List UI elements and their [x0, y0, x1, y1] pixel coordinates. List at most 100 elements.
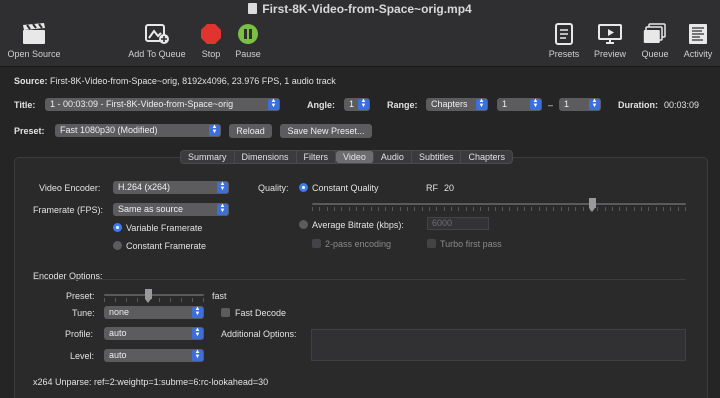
slider-tick [677, 207, 679, 211]
rf-slider-ticks [312, 207, 686, 211]
bitrate-input[interactable]: 6000 [427, 217, 489, 230]
source-label: Source: [14, 76, 48, 86]
slider-tick [181, 298, 182, 302]
tab-video[interactable]: Video [336, 151, 374, 163]
turbo-first-pass-checkbox[interactable] [427, 239, 436, 248]
tune-select[interactable]: none ▲ ▼ [104, 306, 204, 319]
duration-label: Duration: [618, 100, 658, 110]
quality-label: Quality: [258, 183, 289, 193]
chevron-updown-icon: ▲ ▼ [530, 98, 541, 110]
pause-icon [232, 22, 264, 46]
chevron-updown-icon: ▲ ▼ [217, 181, 228, 193]
window-title: First-8K-Video-from-Space~orig.mp4 [0, 2, 720, 16]
slider-tick [363, 207, 365, 211]
profile-label: Profile: [65, 329, 94, 339]
level-select[interactable]: auto ▲ ▼ [104, 349, 204, 362]
range-type-select[interactable]: Chapters ▲ ▼ [426, 98, 488, 111]
slider-tick [597, 207, 599, 211]
slider-tick [465, 207, 467, 211]
tab-filters[interactable]: Filters [297, 151, 337, 163]
slider-tick [192, 298, 193, 302]
slider-tick [203, 298, 204, 302]
slider-tick [611, 207, 613, 211]
slider-tick [538, 207, 540, 211]
level-label: Level: [70, 351, 95, 361]
slider-tick [626, 207, 628, 211]
activity-log-icon [678, 22, 718, 46]
variable-framerate-radio[interactable] [113, 223, 122, 232]
stop-button[interactable]: Stop [196, 22, 226, 59]
tab-summary[interactable]: Summary [181, 151, 235, 163]
add-to-queue-button[interactable]: Add To Queue [125, 22, 189, 59]
average-bitrate-label: Average Bitrate (kbps): [312, 220, 404, 230]
preview-button[interactable]: Preview [590, 22, 630, 59]
reload-button[interactable]: Reload [229, 124, 272, 138]
variable-framerate-label: Variable Framerate [126, 223, 203, 233]
slider-tick [663, 207, 665, 211]
chevron-updown-icon: ▲ ▼ [589, 98, 600, 110]
save-new-preset-button[interactable]: Save New Preset... [280, 124, 372, 138]
slider-tick [516, 207, 518, 211]
tab-dimensions[interactable]: Dimensions [235, 151, 297, 163]
rf-value: 20 [444, 183, 455, 193]
constant-quality-radio[interactable] [299, 183, 308, 192]
stop-icon [196, 22, 226, 46]
video-encoder-select[interactable]: H.264 (x264) ▲ ▼ [113, 181, 229, 194]
preset-select[interactable]: Fast 1080p30 (Modified) ▲ ▼ [55, 124, 221, 137]
clapperboard-icon [4, 22, 64, 46]
range-start-select[interactable]: 1 ▲ ▼ [497, 98, 542, 111]
preset-speed-slider-thumb[interactable] [144, 289, 152, 303]
tab-chapters[interactable]: Chapters [461, 151, 512, 163]
slider-tick [407, 207, 409, 211]
angle-select[interactable]: 1 ▲ ▼ [344, 98, 370, 111]
open-source-button[interactable]: Open Source [4, 22, 64, 59]
slider-tick [312, 207, 313, 211]
divider [33, 279, 686, 280]
title-select[interactable]: 1 - 00:03:09 - First-8K-Video-from-Space… [45, 98, 280, 111]
additional-options-input[interactable] [311, 329, 686, 361]
rf-slider-track[interactable] [312, 203, 686, 205]
rf-label: RF [426, 183, 438, 193]
slider-tick [355, 207, 357, 211]
framerate-label: Framerate (FPS): [33, 205, 104, 215]
presets-button[interactable]: Presets [544, 22, 584, 59]
range-end-select[interactable]: 1 ▲ ▼ [559, 98, 601, 111]
queue-icon [636, 22, 674, 46]
source-info: Source: First-8K-Video-from-Space~orig, … [14, 76, 336, 86]
slider-tick [524, 207, 526, 211]
slider-tick [655, 207, 657, 211]
slider-tick [170, 298, 171, 302]
fast-decode-label: Fast Decode [235, 308, 287, 318]
slider-tick [326, 207, 328, 211]
slider-tick [685, 207, 686, 211]
average-bitrate-radio[interactable] [299, 220, 308, 229]
constant-quality-label: Constant Quality [312, 183, 379, 193]
framerate-select[interactable]: Same as source ▲ ▼ [113, 203, 229, 216]
slider-tick [414, 207, 416, 211]
queue-button[interactable]: Queue [636, 22, 674, 59]
slider-tick [509, 207, 511, 211]
fast-decode-checkbox[interactable] [221, 308, 230, 317]
slider-tick [560, 207, 562, 211]
chevron-updown-icon: ▲ ▼ [192, 327, 203, 339]
rf-slider-thumb[interactable] [589, 198, 596, 212]
chevron-updown-icon: ▲ ▼ [358, 98, 369, 110]
two-pass-checkbox[interactable] [312, 239, 321, 248]
preset-speed-slider-ticks [104, 298, 204, 302]
document-icon [248, 3, 258, 14]
slider-tick [104, 298, 105, 302]
slider-tick [377, 207, 379, 211]
tab-audio[interactable]: Audio [374, 151, 412, 163]
activity-button[interactable]: Activity [678, 22, 718, 59]
slider-tick [126, 298, 127, 302]
slider-tick [436, 207, 438, 211]
chevron-updown-icon: ▲ ▼ [192, 306, 203, 318]
pause-button[interactable]: Pause [232, 22, 264, 59]
constant-framerate-radio[interactable] [113, 241, 122, 250]
profile-select[interactable]: auto ▲ ▼ [104, 327, 204, 340]
tab-subtitles[interactable]: Subtitles [412, 151, 462, 163]
chevron-updown-icon: ▲ ▼ [217, 203, 228, 215]
slider-tick [633, 207, 635, 211]
duration-value: 00:03:09 [664, 100, 700, 110]
preset-speed-slider-track[interactable] [104, 294, 204, 296]
